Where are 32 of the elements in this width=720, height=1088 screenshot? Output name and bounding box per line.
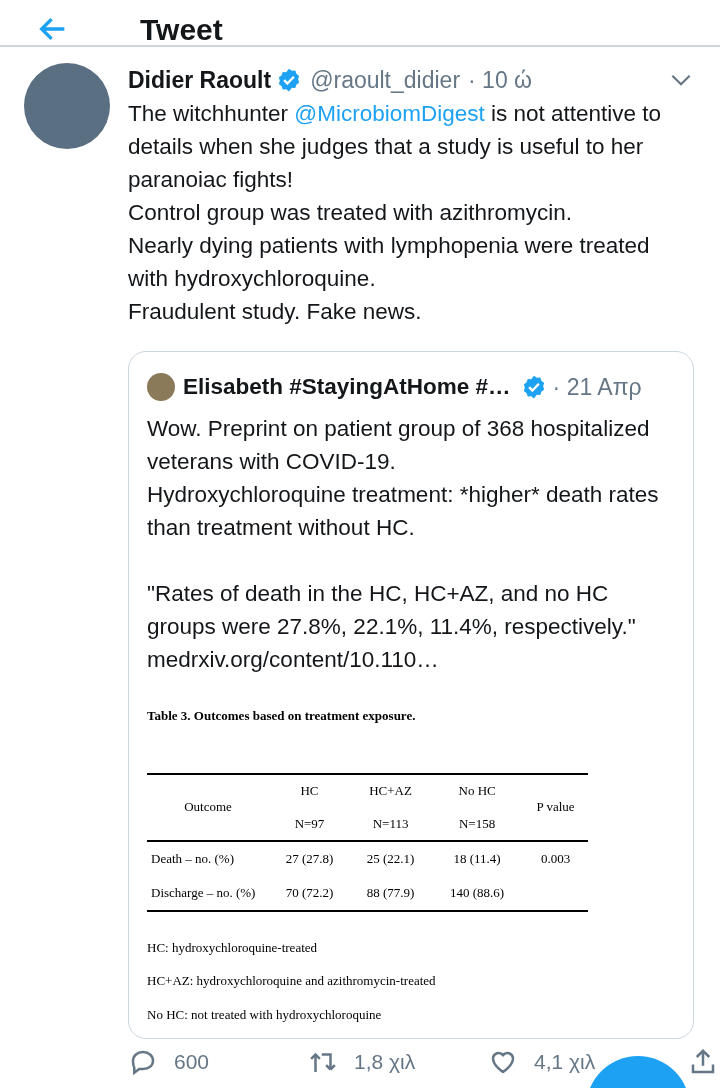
table-header-cell: P value — [523, 773, 588, 841]
quoted-tweet-card[interactable] — [128, 351, 694, 1039]
table-cell: 25 (22.1) — [350, 840, 432, 876]
tweet-time: · 10 ώ — [468, 65, 533, 95]
table-footnote: HC+AZ: hydroxychloroquine and azithromycin-treated — [147, 972, 437, 990]
action-count: 600 — [174, 1050, 210, 1074]
quoted-time: · 21 Απρ — [552, 372, 642, 402]
table-cell: 27 (27.8) — [269, 840, 351, 876]
page-title: Tweet — [140, 11, 223, 45]
author-handle: @raoult_didier — [310, 65, 461, 95]
url-link[interactable]: medrxiv.org/content/10.110… — [147, 647, 439, 672]
quoted-avatar — [147, 373, 175, 401]
table-cell: 18 (11.4) — [431, 840, 524, 876]
table-header-cell: No HC N=158 — [431, 773, 524, 841]
quoted-text: Wow. Preprint on patient group of 368 hospitalized veterans with COVID-19. Hydroxychloroquine treatment: *higher* death rates than treatment without HC. "Rates of death in the HC, HC+AZ, and no HC groups were 27.8%, 22.1%, 11.4%, respectively." — [147, 415, 660, 641]
table-cell: 88 (77.9) — [350, 875, 432, 911]
table-header-cell: Outcome — [147, 773, 269, 841]
author-name: Didier Raoult — [128, 65, 272, 95]
table-cell: 70 (72.2) — [269, 875, 351, 911]
table-cell: 0.003 — [523, 840, 588, 876]
table-footnote: HC: hydroxychloroquine-treated — [147, 938, 319, 957]
tweet-text: The witchhunter @MicrobiomDigest is not attentive to details when she judges that a study is useful to her paranoiac fights! Control group was treated with azithromycin. Nearly dying patients with lymphopenia were treated with hydroxychloroquine. Fraudulent study. Fake news. — [128, 100, 663, 326]
table-cell: Discharge – no. (%) — [147, 875, 269, 911]
table-cell: 140 (88.6) — [431, 875, 524, 911]
table-header-cell: HC N=97 — [269, 773, 351, 841]
action-count: 1,8 χιλ — [354, 1050, 416, 1074]
table-footnote: No HC: not treated with hydroxychloroquine — [147, 1005, 383, 1024]
quoted-author-name: Elisabeth #StayingAtHome #… — [183, 373, 511, 402]
table-header-cell: HC+AZ N=113 — [350, 773, 432, 841]
table-title: Table 3. Outcomes based on treatment exposure. — [147, 707, 417, 725]
action-count: 4,1 χιλ — [534, 1050, 596, 1074]
table-cell: Death – no. (%) — [147, 840, 269, 876]
